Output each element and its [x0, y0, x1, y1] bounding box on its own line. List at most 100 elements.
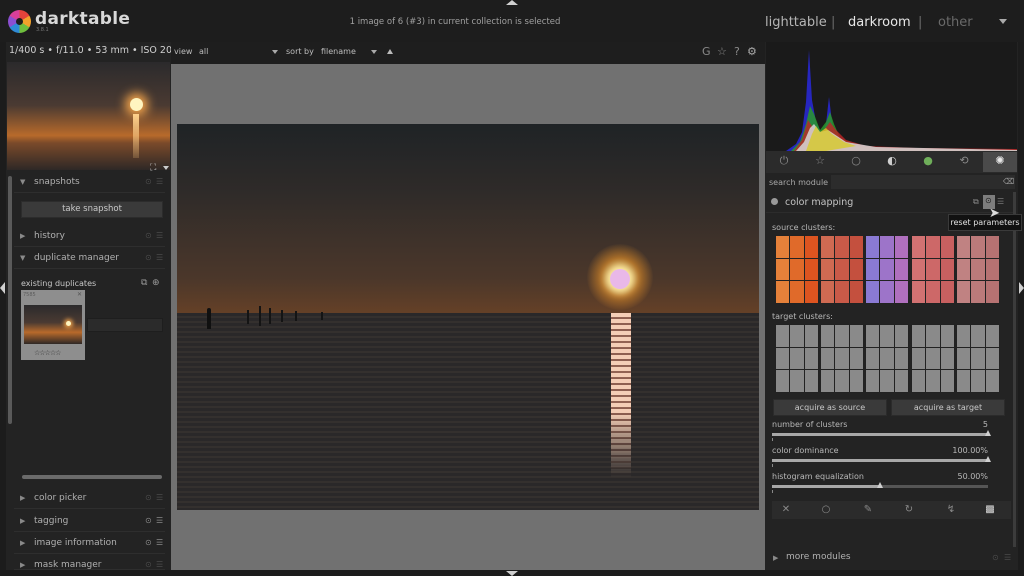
reset-icon[interactable]: ⊙	[145, 231, 152, 240]
circle-icon[interactable]: ○	[816, 504, 836, 515]
reset-icon[interactable]: ⊙	[145, 253, 152, 262]
slider-fill	[772, 485, 880, 488]
more-modules-header[interactable]: more modules	[786, 552, 851, 562]
close-icon[interactable]: ✕	[776, 504, 796, 515]
presets-menu-icon[interactable]: ☰	[997, 197, 1004, 206]
source-cluster	[911, 235, 955, 304]
cluster-swatch	[790, 325, 804, 347]
module-tagging-header[interactable]: ▶ tagging ⊙ ☰	[14, 511, 165, 532]
half-circle-icon[interactable]: ◐	[882, 154, 902, 167]
collapse-arrow-icon: ▶	[20, 494, 26, 502]
drawn-icon[interactable]: ↯	[941, 504, 961, 515]
module-label: snapshots	[34, 177, 80, 187]
right-panel-scrollbar[interactable]	[1013, 192, 1016, 547]
slider-marker-icon[interactable]	[877, 482, 883, 488]
grouping-icon[interactable]: G	[702, 45, 711, 58]
presets-menu-icon[interactable]: ☰	[156, 560, 163, 569]
reset-icon[interactable]: ⊙	[145, 177, 152, 186]
preferences-gear-icon[interactable]: ⚙	[747, 45, 757, 58]
reset-parameters-icon[interactable]: ⊙	[985, 196, 992, 205]
view-separator: |	[918, 15, 923, 30]
brush-icon[interactable]: ✎	[858, 504, 878, 515]
main-image[interactable]	[177, 124, 759, 510]
photo-sun	[610, 269, 630, 289]
cluster-swatch	[821, 370, 835, 392]
take-snapshot-button[interactable]: take snapshot	[21, 201, 163, 218]
circle-icon[interactable]: ○	[846, 154, 866, 167]
acquire-as-target-button[interactable]: acquire as target	[891, 399, 1005, 416]
zoom-dropdown-icon[interactable]	[163, 166, 169, 170]
cluster-swatch	[985, 347, 999, 370]
top-panel-toggle-icon[interactable]	[506, 0, 518, 5]
collapse-arrow-icon: ▶	[20, 517, 26, 525]
sort-order-icon[interactable]	[387, 49, 393, 54]
slider-marker-icon[interactable]	[985, 430, 991, 436]
left-panel-scrollbar[interactable]	[8, 176, 12, 424]
module-color-picker-header[interactable]: ▶ color picker ⊙ ☰	[14, 488, 165, 509]
presets-menu-icon[interactable]: ☰	[156, 231, 163, 240]
left-panel-toggle-icon[interactable]	[0, 282, 5, 294]
navigation-preview[interactable]	[7, 62, 170, 170]
cluster-swatch	[912, 258, 926, 281]
module-history-header[interactable]: ▶ history ⊙ ☰	[14, 226, 165, 247]
acquire-as-source-button[interactable]: acquire as source	[773, 399, 887, 416]
presets-menu-icon[interactable]: ☰	[156, 538, 163, 547]
slider-color-dominance[interactable]	[772, 459, 988, 462]
presets-menu-icon[interactable]: ☰	[156, 253, 163, 262]
reset-icon[interactable]: ⊙	[145, 516, 152, 525]
view-dropdown-icon[interactable]	[999, 19, 1007, 24]
source-cluster	[956, 235, 1000, 304]
slider-marker-icon[interactable]	[985, 456, 991, 462]
duplicate-scrollbar[interactable]	[22, 475, 162, 479]
right-panel-toggle-icon[interactable]	[1019, 282, 1024, 294]
overlays-star-icon[interactable]: ☆	[717, 45, 727, 58]
duplicate-virgin-icon[interactable]: ⊕	[152, 278, 160, 288]
duplicate-copy-icon[interactable]: ⧉	[141, 278, 147, 288]
filter-view-select[interactable]: all	[199, 47, 208, 56]
filter-dropdown-icon[interactable]	[272, 50, 278, 54]
reset-icon[interactable]: ⊙	[145, 538, 152, 547]
checkerboard-icon[interactable]: ▩	[980, 504, 1000, 515]
slider-tick	[772, 490, 773, 493]
power-icon[interactable]: ⏻	[774, 154, 794, 168]
bottom-panel-toggle-icon[interactable]	[506, 571, 518, 576]
presets-menu-icon[interactable]: ☰	[1004, 553, 1011, 562]
clear-search-icon[interactable]: ⌫	[1003, 177, 1014, 186]
presets-menu-icon[interactable]: ☰	[156, 493, 163, 502]
module-power-icon[interactable]	[771, 198, 778, 205]
multi-instance-icon[interactable]: ⧉	[973, 197, 979, 207]
search-module-input[interactable]	[831, 175, 1015, 189]
help-icon[interactable]: ?	[734, 45, 740, 58]
slider-fill	[772, 433, 988, 436]
reset-icon[interactable]: ⊙	[992, 553, 999, 562]
cluster-swatch	[866, 370, 880, 392]
sort-dropdown-icon[interactable]	[371, 50, 377, 54]
module-duplicate-manager-header[interactable]: ▼ duplicate manager ⊙ ☰	[14, 248, 165, 269]
slider-number-of-clusters[interactable]	[772, 433, 988, 436]
reset-icon[interactable]: ⊙	[145, 560, 152, 569]
sort-by-select[interactable]: filename	[321, 47, 356, 56]
presets-menu-icon[interactable]: ☰	[156, 177, 163, 186]
loop-icon[interactable]: ⟲	[954, 154, 974, 167]
star-icon[interactable]: ☆	[810, 154, 830, 167]
path-icon[interactable]: ↻	[899, 504, 919, 515]
duplicate-version-field[interactable]	[87, 318, 163, 332]
duplicate-stars[interactable]: ☆☆☆☆☆	[34, 349, 61, 357]
cluster-swatch	[985, 236, 999, 258]
cluster-swatch	[835, 325, 849, 347]
duplicate-delete-icon[interactable]: ✕	[77, 291, 82, 298]
view-lighttable[interactable]: lighttable	[765, 15, 827, 30]
view-darkroom[interactable]: darkroom	[848, 15, 911, 30]
cluster-swatch	[940, 370, 954, 392]
cluster-swatch	[957, 281, 971, 303]
aperture-icon[interactable]: ✺	[990, 154, 1010, 167]
histogram[interactable]	[766, 42, 1017, 151]
reset-icon[interactable]: ⊙	[145, 493, 152, 502]
view-other[interactable]: other	[938, 15, 973, 30]
color-balls-icon[interactable]: ●	[918, 154, 938, 167]
presets-menu-icon[interactable]: ☰	[156, 516, 163, 525]
module-mask-manager-header[interactable]: ▶ mask manager ⊙ ☰	[14, 555, 165, 570]
existing-duplicates-label: existing duplicates	[21, 279, 97, 288]
module-image-information-header[interactable]: ▶ image information ⊙ ☰	[14, 533, 165, 554]
module-snapshots-header[interactable]: ▼ snapshots ⊙ ☰	[14, 172, 165, 193]
